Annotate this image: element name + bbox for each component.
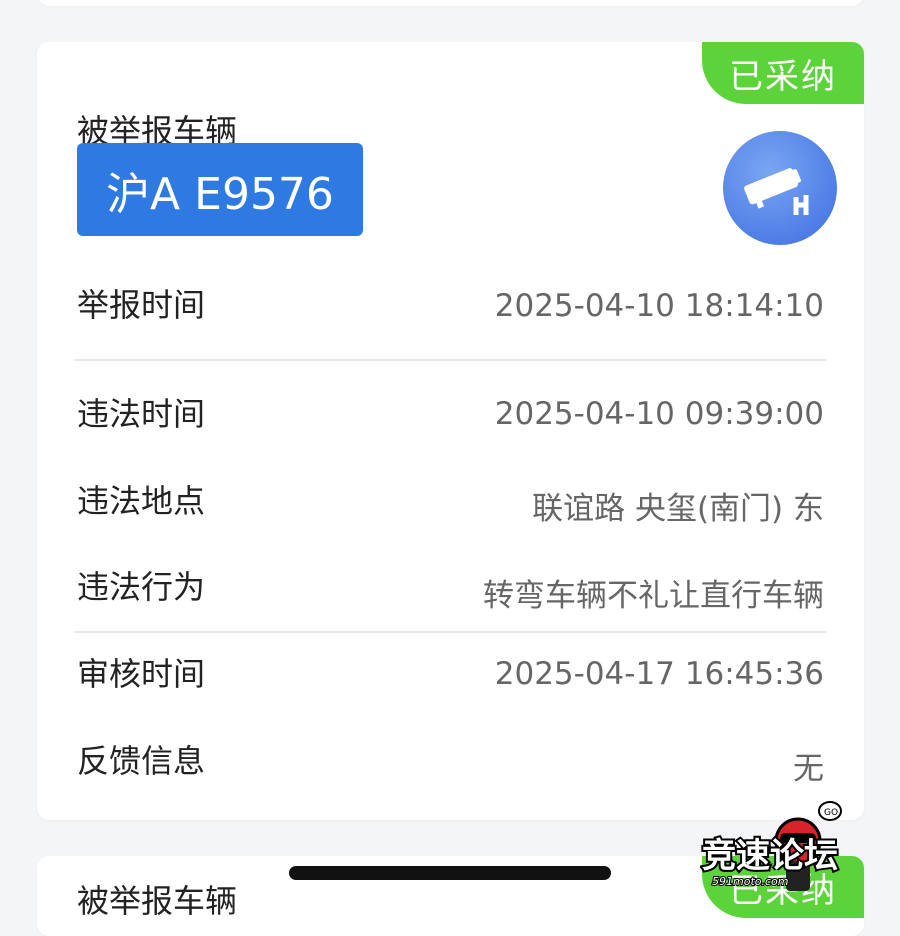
- divider: [75, 631, 826, 633]
- watermark-site-text: 591moto.com: [712, 875, 788, 888]
- divider: [75, 359, 826, 361]
- section-title: 被举报车辆: [77, 882, 238, 920]
- review-time-value: 2025-04-17 16:45:36: [494, 656, 824, 692]
- watermark-brand-text: 竞速论坛: [702, 836, 838, 876]
- feedback-label: 反馈信息: [77, 742, 206, 780]
- watermark-bubble-text: GO: [824, 808, 838, 818]
- previous-report-card[interactable]: [37, 0, 864, 6]
- violation-time-label: 违法时间: [77, 395, 206, 433]
- watermark-logo: GO 竞速论坛 591moto.com: [700, 801, 842, 891]
- violation-location-label: 违法地点: [77, 482, 206, 520]
- violation-time-value: 2025-04-10 09:39:00: [494, 396, 824, 432]
- report-time-value: 2025-04-10 18:14:10: [494, 288, 824, 324]
- home-indicator: [289, 866, 611, 880]
- status-badge: 已采纳: [702, 42, 864, 104]
- violation-location-value: 联谊路 央玺(南门) 东: [532, 491, 824, 527]
- surveillance-camera-icon: [723, 131, 837, 245]
- feedback-value: 无: [793, 751, 824, 787]
- report-time-label: 举报时间: [77, 286, 206, 324]
- review-time-label: 审核时间: [77, 655, 206, 693]
- report-card[interactable]: 已采纳 被举报车辆 沪A E9576 举报时间 2025-04-10 18:14…: [37, 42, 864, 820]
- violation-behavior-value: 转弯车辆不礼让直行车辆: [483, 578, 824, 614]
- violation-behavior-label: 违法行为: [77, 568, 206, 606]
- license-plate: 沪A E9576: [77, 143, 363, 236]
